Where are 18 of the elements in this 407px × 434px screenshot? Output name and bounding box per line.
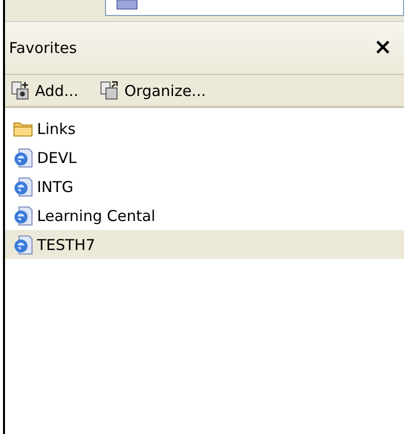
favorite-item[interactable]: INTG — [5, 172, 404, 201]
page-icon — [116, 0, 138, 10]
organize-icon — [100, 81, 120, 100]
web-page-icon — [13, 234, 33, 254]
web-page-icon — [13, 148, 33, 168]
folder-icon — [13, 120, 33, 137]
favorite-item[interactable]: DEVL — [5, 143, 404, 172]
add-button[interactable]: Add... — [9, 79, 80, 102]
web-page-icon — [13, 206, 33, 226]
panel-title: Favorites — [9, 39, 77, 57]
favorite-item[interactable]: Learning Cental — [5, 201, 404, 230]
web-page-icon — [13, 176, 33, 196]
favorite-item[interactable]: Links — [5, 114, 404, 143]
address-field[interactable] — [105, 0, 404, 16]
close-button[interactable]: × — [370, 37, 396, 59]
organize-button[interactable]: Organize... — [98, 79, 208, 102]
add-favorite-icon — [11, 81, 30, 100]
favorite-item[interactable]: TESTH7 — [5, 230, 404, 259]
